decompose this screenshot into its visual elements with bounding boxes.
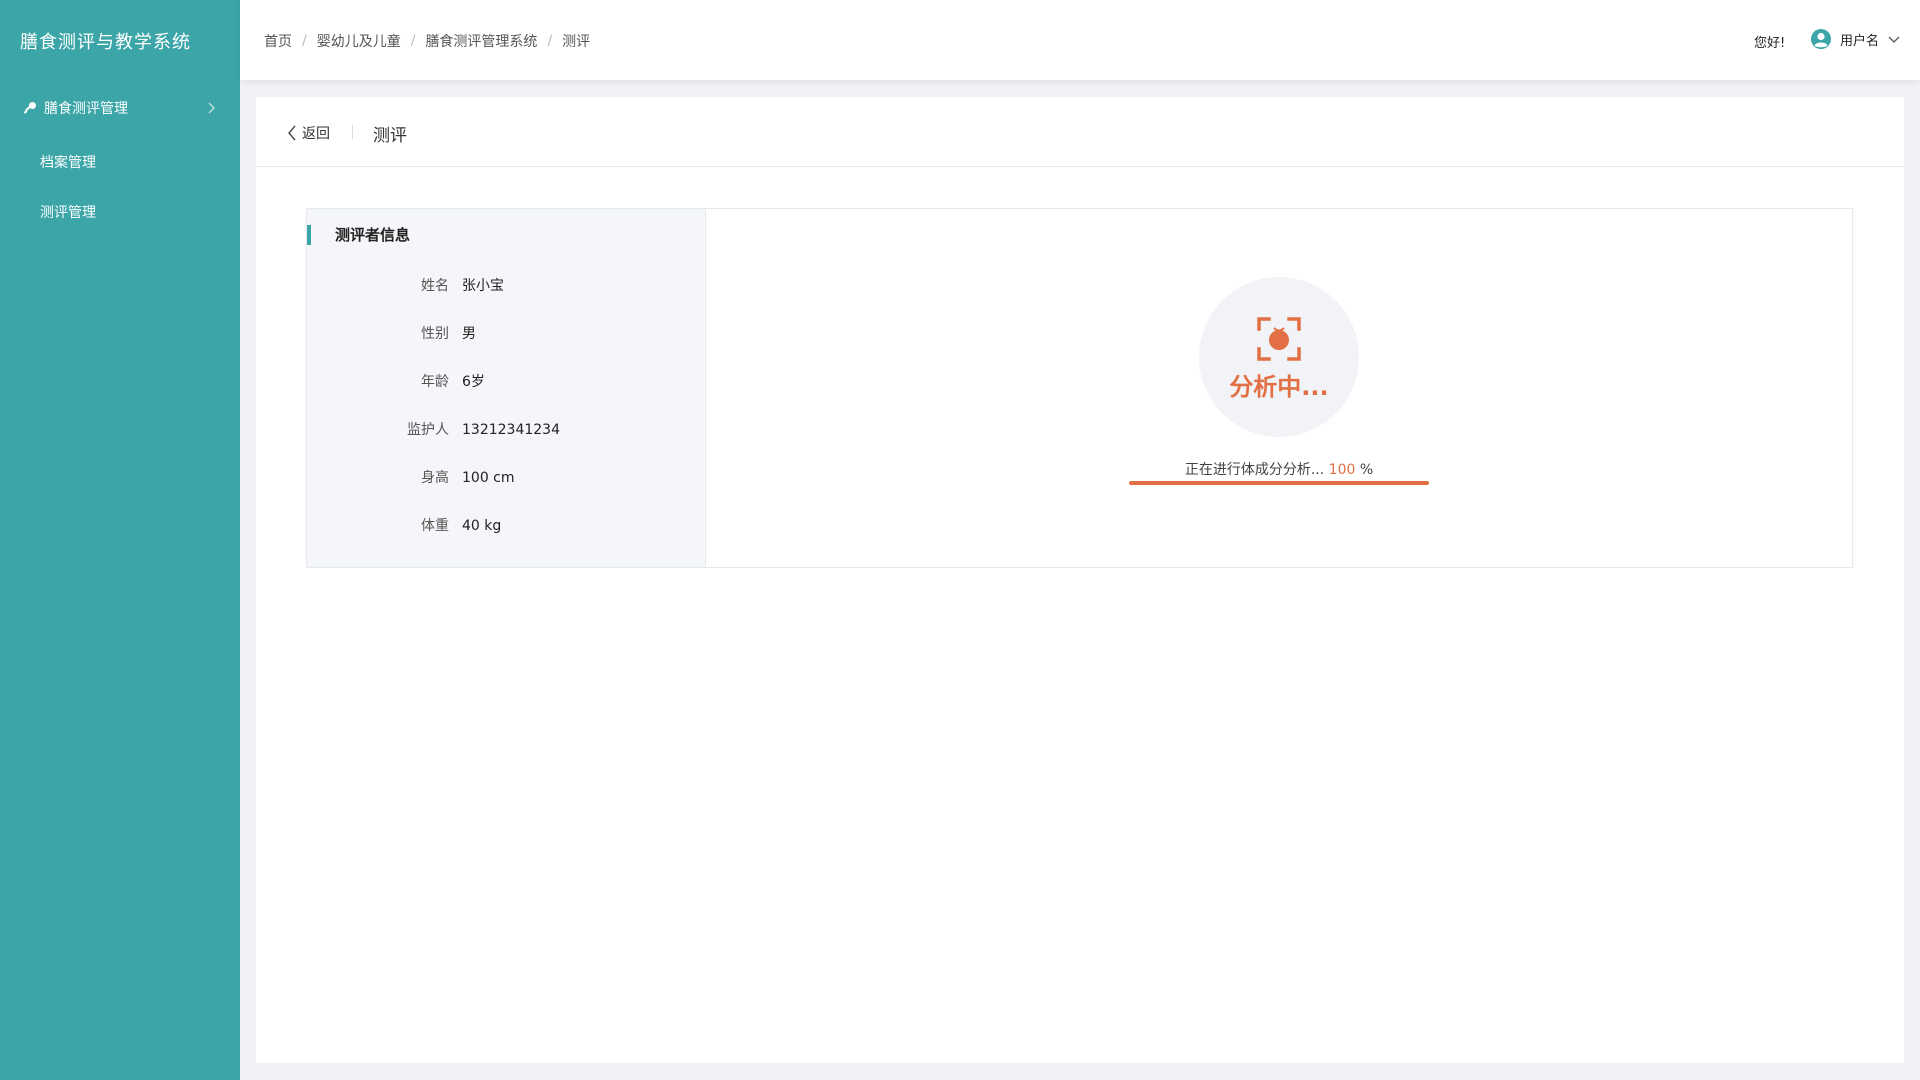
info-row-guardian: 监护人 13212341234 (307, 420, 706, 440)
info-value: 40 kg (462, 518, 502, 534)
app-title: 膳食测评与教学系统 (20, 32, 191, 53)
breadcrumb-infants-children[interactable]: 婴幼儿及儿童 (317, 31, 401, 51)
chevron-left-icon (288, 125, 296, 141)
progress-suffix: % (1355, 462, 1374, 478)
chevron-down-icon (1888, 36, 1900, 43)
breadcrumb-separator: / (547, 33, 553, 49)
info-label: 监护人 (407, 422, 449, 438)
info-row-age: 年龄 6岁 (307, 372, 706, 392)
info-title: 测评者信息 (307, 225, 410, 245)
card-header: 返回 测评 (256, 97, 1904, 167)
info-value: 男 (462, 326, 476, 342)
user-menu[interactable]: 用户名 (1810, 28, 1901, 50)
greeting-text: 您好! (1754, 36, 1786, 51)
analysis-status: 分析中... (1229, 373, 1329, 401)
chevron-right-icon (208, 102, 215, 114)
assessment-panel: 测评者信息 姓名 张小宝 性别 男 年龄 6岁 监护人 13212341234 … (306, 208, 1853, 568)
progress-bar-fill (1129, 481, 1429, 485)
info-row-weight: 体重 40 kg (307, 516, 706, 536)
back-button[interactable]: 返回 (286, 123, 330, 143)
sidebar-group-label: 膳食测评管理 (44, 101, 128, 117)
info-label: 体重 (421, 518, 449, 534)
scan-icon (1257, 317, 1301, 361)
analysis-indicator: 分析中... (1199, 277, 1359, 437)
breadcrumb-separator: / (302, 33, 307, 49)
info-row-name: 姓名 张小宝 (307, 276, 706, 296)
info-label: 性别 (421, 326, 449, 342)
username: 用户名 (1840, 33, 1880, 49)
breadcrumb-current: 测评 (562, 34, 591, 50)
breadcrumb: 首页 / 婴幼儿及儿童 / 膳食测评管理系统 / 测评 (264, 31, 590, 51)
info-value: 13212341234 (462, 422, 560, 438)
sidebar-item-records[interactable]: 档案管理 (40, 152, 96, 172)
main-card: 返回 测评 测评者信息 姓名 张小宝 性别 男 年龄 6岁 监护人 132123… (256, 97, 1904, 1063)
back-label: 返回 (302, 126, 330, 142)
info-row-gender: 性别 男 (307, 324, 706, 344)
info-label: 年龄 (421, 374, 449, 390)
progress-prefix: 正在进行体成分分析... (1184, 462, 1329, 478)
page-title: 测评 (373, 126, 407, 146)
user-avatar-icon (1811, 29, 1831, 49)
analysis-area: 分析中... 正在进行体成分分析... 100 % (707, 209, 1852, 567)
info-label: 身高 (421, 470, 449, 486)
progress-label: 正在进行体成分分析... 100 % (1099, 459, 1459, 479)
progress-percent: 100 (1328, 462, 1356, 478)
info-value: 100 cm (462, 470, 515, 486)
breadcrumb-separator: / (410, 33, 416, 49)
breadcrumb-home[interactable]: 首页 (264, 31, 292, 51)
sidebar: 膳食测评与教学系统 膳食测评管理 档案管理 测评管理 (0, 0, 240, 1080)
info-value: 6岁 (462, 374, 485, 390)
info-value: 张小宝 (462, 278, 504, 294)
key-icon (23, 102, 36, 114)
subject-info: 测评者信息 姓名 张小宝 性别 男 年龄 6岁 监护人 13212341234 … (307, 209, 706, 567)
info-row-height: 身高 100 cm (307, 468, 706, 488)
top-header: 首页 / 婴幼儿及儿童 / 膳食测评管理系统 / 测评 您好! 用户名 (240, 0, 1920, 80)
progress-bar (1129, 481, 1429, 485)
sidebar-item-assessments[interactable]: 测评管理 (40, 202, 96, 222)
breadcrumb-diet-system[interactable]: 膳食测评管理系统 (425, 31, 537, 51)
sidebar-group-diet-assessment[interactable]: 膳食测评管理 (0, 92, 240, 124)
info-label: 姓名 (421, 278, 449, 294)
divider (352, 125, 353, 139)
